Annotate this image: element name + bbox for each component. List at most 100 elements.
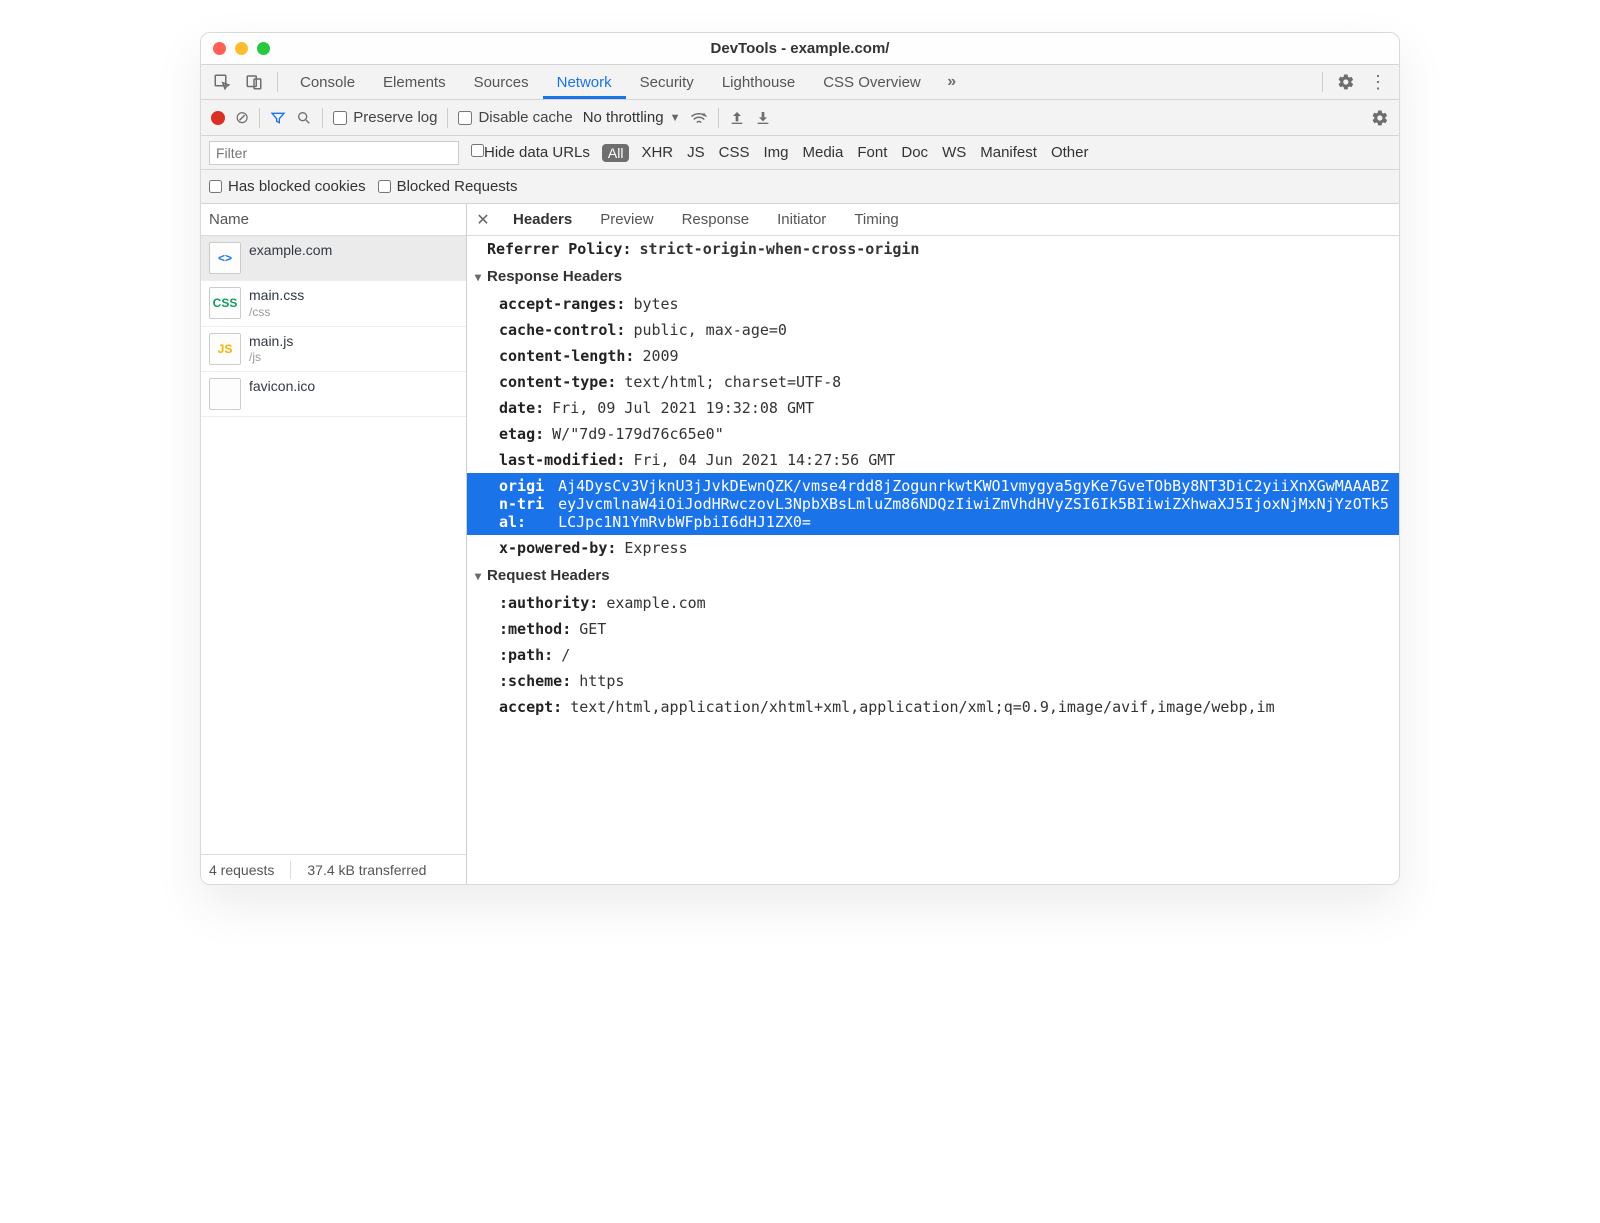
request-detail-pane: ✕ HeadersPreviewResponseInitiatorTiming … <box>467 204 1399 884</box>
detail-tab-timing[interactable]: Timing <box>840 204 912 235</box>
header-row: :scheme:https <box>467 668 1399 694</box>
request-row[interactable]: CSS main.css/css <box>201 281 466 327</box>
detail-tab-headers[interactable]: Headers <box>499 204 586 235</box>
throttling-dropdown[interactable]: No throttling ▼ <box>583 109 681 126</box>
titlebar: DevTools - example.com/ <box>201 33 1399 65</box>
tab-lighthouse[interactable]: Lighthouse <box>708 65 809 99</box>
request-name: main.css <box>249 287 304 305</box>
devtools-tabstrip: ConsoleElementsSourcesNetworkSecurityLig… <box>201 65 1399 100</box>
request-list: <>example.com CSS main.css/css JS main.js/js… <box>201 236 466 854</box>
filter-chip-media[interactable]: Media <box>803 144 844 161</box>
panel-settings-icon[interactable] <box>1371 109 1389 127</box>
separator <box>259 108 260 128</box>
disable-cache-checkbox[interactable]: Disable cache <box>458 109 572 126</box>
header-row: Referrer Policy: strict-origin-when-cros… <box>467 236 1399 262</box>
request-headers-section[interactable]: Request Headers <box>467 561 1399 590</box>
filter-chip-js[interactable]: JS <box>687 144 705 161</box>
request-name: favicon.ico <box>249 378 315 396</box>
transfer-size: 37.4 kB transferred <box>307 862 426 878</box>
header-row: accept-ranges:bytes <box>467 291 1399 317</box>
header-row: :path:/ <box>467 642 1399 668</box>
header-row: content-type:text/html; charset=UTF-8 <box>467 369 1399 395</box>
separator <box>322 108 323 128</box>
inspect-element-icon[interactable] <box>207 68 237 96</box>
request-name: main.js <box>249 333 293 351</box>
header-row: :method:GET <box>467 616 1399 642</box>
preserve-log-checkbox[interactable]: Preserve log <box>333 109 437 126</box>
request-list-pane: Name <>example.com CSS main.css/css JS main.… <box>201 204 467 884</box>
detail-tab-preview[interactable]: Preview <box>586 204 667 235</box>
more-tabs-icon[interactable]: » <box>937 68 967 96</box>
detail-tab-initiator[interactable]: Initiator <box>763 204 840 235</box>
header-row: accept:text/html,application/xhtml+xml,a… <box>467 694 1399 720</box>
settings-icon[interactable] <box>1331 68 1361 96</box>
record-button[interactable] <box>211 111 225 125</box>
filter-chip-doc[interactable]: Doc <box>901 144 928 161</box>
filter-chip-xhr[interactable]: XHR <box>641 144 673 161</box>
request-path: /css <box>249 305 304 320</box>
detail-tabstrip: ✕ HeadersPreviewResponseInitiatorTiming <box>467 204 1399 236</box>
separator <box>447 108 448 128</box>
blocked-requests-checkbox[interactable]: Blocked Requests <box>378 178 518 195</box>
filter-chip-font[interactable]: Font <box>857 144 887 161</box>
header-row: :authority:example.com <box>467 590 1399 616</box>
tab-sources[interactable]: Sources <box>460 65 543 99</box>
download-har-icon[interactable] <box>755 110 771 126</box>
tab-console[interactable]: Console <box>286 65 369 99</box>
request-list-header[interactable]: Name <box>201 204 466 236</box>
filter-chip-ws[interactable]: WS <box>942 144 966 161</box>
close-window-button[interactable] <box>213 42 226 55</box>
chevron-down-icon: ▼ <box>670 112 681 124</box>
request-name: example.com <box>249 242 332 260</box>
request-path: /js <box>249 350 293 365</box>
network-filter-row-2: Has blocked cookies Blocked Requests <box>201 170 1399 204</box>
tab-security[interactable]: Security <box>626 65 708 99</box>
separator <box>718 108 719 128</box>
filter-chip-css[interactable]: CSS <box>719 144 750 161</box>
network-filter-row: Hide data URLs All XHR JS CSS Img Media Font D… <box>201 136 1399 170</box>
header-row: etag:W/"7d9-179d76c65e0" <box>467 421 1399 447</box>
minimize-window-button[interactable] <box>235 42 248 55</box>
filter-toggle-icon[interactable] <box>270 110 286 126</box>
file-type-icon <box>209 378 241 410</box>
request-count: 4 requests <box>209 862 274 878</box>
detail-tab-response[interactable]: Response <box>668 204 764 235</box>
filter-all-chip[interactable]: All <box>602 144 630 162</box>
device-toggle-icon[interactable] <box>239 68 269 96</box>
filter-chip-other[interactable]: Other <box>1051 144 1089 161</box>
response-headers-section[interactable]: Response Headers <box>467 262 1399 291</box>
network-conditions-icon[interactable] <box>690 109 708 127</box>
file-type-icon: JS <box>209 333 241 365</box>
upload-har-icon[interactable] <box>729 110 745 126</box>
filter-input[interactable] <box>209 141 459 165</box>
clear-log-icon[interactable]: ⊘ <box>235 108 249 128</box>
header-row: x-powered-by: Express <box>467 535 1399 561</box>
network-status-bar: 4 requests 37.4 kB transferred <box>201 854 466 884</box>
request-row[interactable]: JS main.js/js <box>201 327 466 373</box>
has-blocked-cookies-checkbox[interactable]: Has blocked cookies <box>209 178 366 195</box>
search-icon[interactable] <box>296 110 312 126</box>
close-detail-icon[interactable]: ✕ <box>471 210 495 230</box>
hide-data-urls-checkbox[interactable]: Hide data URLs <box>471 144 590 161</box>
request-row[interactable]: <>example.com <box>201 236 466 281</box>
tab-css-overview[interactable]: CSS Overview <box>809 65 935 99</box>
header-row: last-modified:Fri, 04 Jun 2021 14:27:56 … <box>467 447 1399 473</box>
header-row: content-length:2009 <box>467 343 1399 369</box>
kebab-menu-icon[interactable]: ⋮ <box>1363 68 1393 96</box>
header-row: date:Fri, 09 Jul 2021 19:32:08 GMT <box>467 395 1399 421</box>
filter-chip-manifest[interactable]: Manifest <box>980 144 1037 161</box>
file-type-icon: CSS <box>209 287 241 319</box>
separator <box>277 72 278 92</box>
window-title: DevTools - example.com/ <box>213 40 1387 57</box>
request-row[interactable]: favicon.ico <box>201 372 466 417</box>
headers-panel[interactable]: Referrer Policy: strict-origin-when-cros… <box>467 236 1399 884</box>
tab-network[interactable]: Network <box>543 65 626 99</box>
header-row: cache-control:public, max-age=0 <box>467 317 1399 343</box>
zoom-window-button[interactable] <box>257 42 270 55</box>
filter-chip-img[interactable]: Img <box>763 144 788 161</box>
header-row-origin-trial[interactable]: origin-trial: Aj4DysCv3VjknU3jJvkDEwnQZK… <box>467 473 1399 535</box>
separator <box>1322 72 1323 92</box>
traffic-lights <box>213 42 270 55</box>
tab-elements[interactable]: Elements <box>369 65 460 99</box>
separator <box>290 861 291 879</box>
